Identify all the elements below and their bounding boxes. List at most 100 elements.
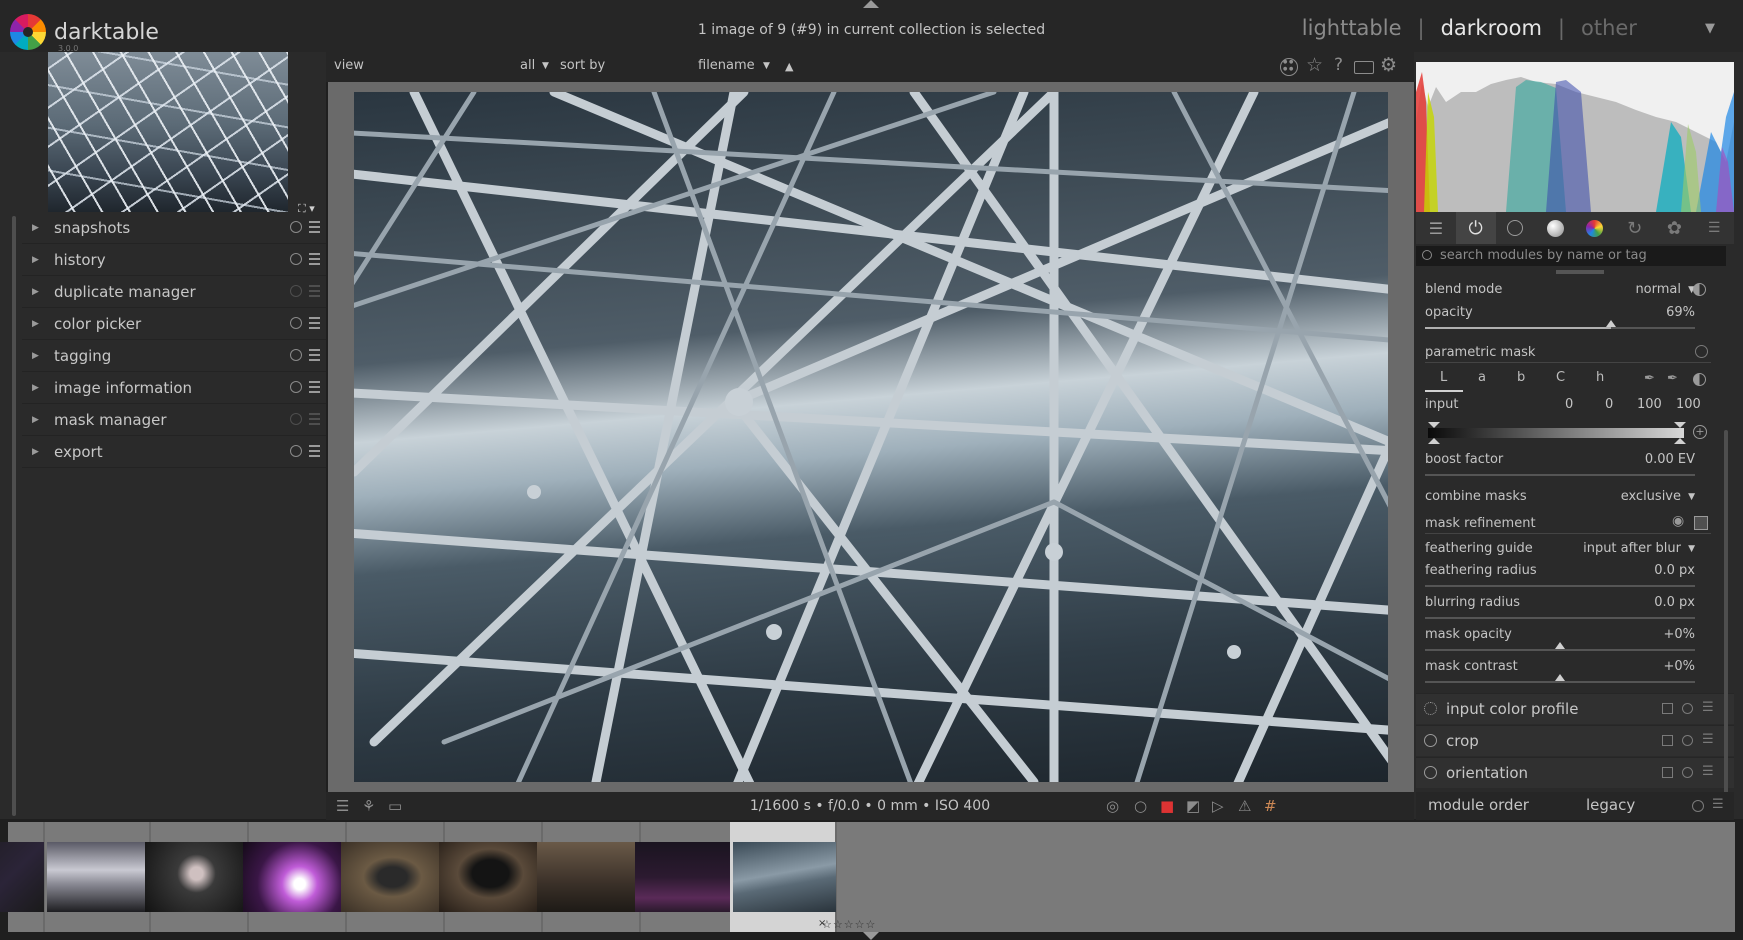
filmstrip-thumbnail[interactable] — [145, 842, 248, 912]
blend-reverse-icon[interactable] — [1693, 283, 1706, 296]
tone-group-tab[interactable] — [1535, 212, 1575, 244]
left-module-6[interactable]: ▶ mask manager — [22, 404, 326, 436]
info-icon[interactable] — [1695, 345, 1708, 358]
view-other-dropdown[interactable]: other — [1581, 16, 1701, 40]
chevron-down-icon[interactable]: ▼ — [1705, 21, 1715, 36]
opacity-row[interactable]: opacity 69% — [1425, 305, 1695, 320]
expand-arrow-icon[interactable]: ▶ — [32, 415, 46, 425]
filmstrip-thumbnail[interactable] — [47, 842, 150, 912]
feathering-radius-row[interactable]: feathering radius 0.0 px — [1425, 563, 1695, 578]
module-input-color-profile[interactable]: input color profile ☰ — [1416, 693, 1734, 724]
mask-opacity-row[interactable]: mask opacity +0% — [1425, 627, 1695, 642]
filmstrip-item[interactable] — [338, 822, 445, 932]
presets-menu-icon[interactable]: ☰ — [1712, 797, 1724, 812]
presets-menu-icon[interactable] — [309, 285, 320, 297]
histogram[interactable] — [1416, 62, 1734, 212]
collapse-bottom-panel-arrow-icon[interactable] — [863, 932, 879, 940]
channel-tab-b[interactable]: b — [1517, 370, 1525, 385]
guides-icon[interactable]: # — [1264, 797, 1282, 815]
filmstrip-thumbnail[interactable] — [341, 842, 444, 912]
reset-icon[interactable] — [290, 349, 302, 361]
instances-icon[interactable] — [1662, 703, 1673, 714]
focus-peaking-icon[interactable]: ◎ — [1106, 797, 1124, 815]
presets-menu-icon[interactable] — [309, 221, 320, 233]
presets-menu-icon[interactable] — [309, 413, 320, 425]
expand-arrow-icon[interactable]: ▶ — [32, 223, 46, 233]
module-order-value[interactable]: legacy — [1586, 796, 1635, 814]
effect-group-tab[interactable]: ✿ — [1655, 212, 1695, 244]
feathering-radius-slider[interactable] — [1425, 585, 1695, 587]
filmstrip-item[interactable] — [632, 822, 739, 932]
view-darkroom[interactable]: darkroom — [1441, 16, 1542, 40]
module-groups-menu[interactable]: ☰ — [1694, 212, 1734, 244]
filmstrip-item[interactable] — [730, 822, 837, 932]
star-overlay-icon[interactable]: ☆ — [1306, 54, 1324, 76]
filmstrip-thumbnail[interactable] — [537, 842, 640, 912]
module-crop[interactable]: crop ☰ — [1416, 725, 1734, 756]
left-module-4[interactable]: ▶ tagging — [22, 340, 326, 372]
reset-icon[interactable] — [290, 285, 302, 297]
filmstrip[interactable] — [0, 822, 1735, 932]
module-search-input[interactable]: search modules by name or tag — [1416, 246, 1726, 266]
channel-tab-a[interactable]: a — [1478, 370, 1486, 385]
collapse-top-panel-arrow-icon[interactable] — [863, 0, 879, 8]
presets-menu-icon[interactable] — [309, 445, 320, 457]
blurring-radius-slider[interactable] — [1425, 617, 1695, 619]
opacity-slider-marker[interactable] — [1606, 320, 1617, 327]
input-marker-low-bottom[interactable] — [1428, 438, 1440, 444]
picker-icon[interactable]: ✒ — [1644, 371, 1655, 386]
reset-icon[interactable] — [290, 253, 302, 265]
opacity-slider[interactable] — [1425, 320, 1695, 329]
left-module-5[interactable]: ▶ image information — [22, 372, 326, 404]
mask-contrast-row[interactable]: mask contrast +0% — [1425, 659, 1695, 674]
presets-menu-icon[interactable]: ☰ — [1702, 764, 1714, 779]
reset-icon[interactable] — [1682, 735, 1693, 746]
boost-factor-slider[interactable] — [1425, 474, 1695, 476]
mask-contrast-slider[interactable] — [1425, 674, 1695, 683]
grouping-icon[interactable] — [1280, 58, 1298, 76]
left-module-7[interactable]: ▶ export — [22, 436, 326, 468]
invert-polarity-icon[interactable] — [1693, 373, 1706, 386]
input-marker-high-bottom[interactable] — [1674, 438, 1686, 444]
clipping-indicator-icon[interactable]: ◩ — [1186, 797, 1204, 815]
right-panel-scrollbar[interactable] — [1724, 430, 1728, 810]
filmstrip-item[interactable] — [534, 822, 641, 932]
sort-direction-icon[interactable]: ▲ — [785, 60, 793, 73]
view-lighttable[interactable]: lighttable — [1302, 16, 1402, 40]
image-canvas[interactable] — [328, 82, 1414, 792]
presets-menu-icon[interactable]: ☰ — [1702, 700, 1714, 715]
mask-contrast-slider-marker[interactable] — [1555, 674, 1565, 681]
expand-arrow-icon[interactable]: ▶ — [32, 447, 46, 457]
power-icon[interactable] — [1424, 766, 1437, 779]
help-icon[interactable]: ? — [1334, 55, 1352, 75]
channel-tab-h[interactable]: h — [1596, 370, 1604, 385]
presets-menu-icon[interactable] — [309, 317, 320, 329]
presets-menu-icon[interactable]: ☰ — [1702, 732, 1714, 747]
correct-group-tab[interactable]: ↻ — [1615, 212, 1655, 244]
instances-icon[interactable] — [1662, 767, 1673, 778]
left-module-0[interactable]: ▶ snapshots — [22, 212, 326, 244]
reset-icon[interactable] — [1682, 703, 1693, 714]
basic-group-tab[interactable] — [1496, 212, 1536, 244]
presets-menu-icon[interactable] — [309, 253, 320, 265]
chevron-down-icon[interactable]: ▼ — [763, 61, 770, 71]
filmstrip-item[interactable] — [0, 822, 45, 932]
reset-icon[interactable] — [290, 317, 302, 329]
power-icon[interactable] — [1424, 734, 1437, 747]
eye-icon[interactable]: ◉ — [1672, 513, 1684, 529]
raw-overexposed-icon[interactable]: ■ — [1160, 797, 1178, 815]
presets-menu-icon[interactable] — [309, 381, 320, 393]
display-mask-icon[interactable] — [1694, 516, 1708, 530]
mask-opacity-slider[interactable] — [1425, 642, 1695, 651]
filmstrip-item[interactable] — [436, 822, 543, 932]
expand-arrow-icon[interactable]: ▶ — [32, 319, 46, 329]
main-image[interactable] — [354, 92, 1388, 782]
instances-icon[interactable] — [1662, 735, 1673, 746]
chevron-down-icon[interactable]: ▼ — [1688, 544, 1695, 554]
filmstrip-item[interactable] — [142, 822, 249, 932]
reset-icon[interactable] — [290, 221, 302, 233]
blend-mode-row[interactable]: blend mode normal ▼ — [1425, 282, 1695, 297]
filmstrip-thumbnail[interactable] — [0, 842, 44, 912]
module-orientation[interactable]: orientation ☰ — [1416, 757, 1734, 788]
chevron-down-icon[interactable]: ▼ — [1688, 492, 1695, 502]
